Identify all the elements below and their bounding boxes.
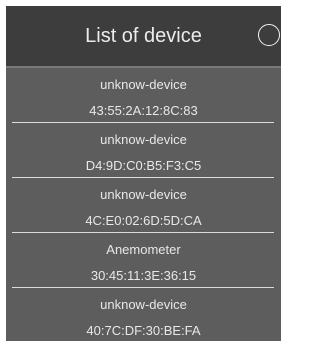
device-item[interactable]: unknow-device 40:7C:DF:30:BE:FA xyxy=(6,288,281,341)
device-item[interactable]: Anemometer 30:45:11:3E:36:15 xyxy=(6,233,281,288)
device-mac-address: 4C:E0:02:6D:5D:CA xyxy=(85,213,202,228)
device-item[interactable]: unknow-device 4C:E0:02:6D:5D:CA xyxy=(6,178,281,233)
device-mac-address: 40:7C:DF:30:BE:FA xyxy=(86,323,201,338)
device-item[interactable]: unknow-device D4:9D:C0:B5:F3:C5 xyxy=(6,123,281,178)
device-list-dialog: List of device unknow-device 43:55:2A:12… xyxy=(6,6,281,341)
loading-spinner-icon xyxy=(258,24,280,46)
device-name: unknow-device xyxy=(100,187,187,202)
device-mac-address: 30:45:11:3E:36:15 xyxy=(90,268,197,283)
device-item[interactable]: unknow-device 43:55:2A:12:8C:83 xyxy=(6,68,281,123)
device-name: unknow-device xyxy=(100,132,187,147)
device-list: unknow-device 43:55:2A:12:8C:83 unknow-d… xyxy=(6,68,281,341)
dialog-title: List of device xyxy=(85,25,202,47)
dialog-header: List of device xyxy=(6,6,281,66)
device-mac-address: D4:9D:C0:B5:F3:C5 xyxy=(85,158,202,173)
device-mac-address: 43:55:2A:12:8C:83 xyxy=(89,103,198,118)
device-name: unknow-device xyxy=(100,297,187,312)
device-name: unknow-device xyxy=(100,77,187,92)
device-name: Anemometer xyxy=(106,242,181,257)
